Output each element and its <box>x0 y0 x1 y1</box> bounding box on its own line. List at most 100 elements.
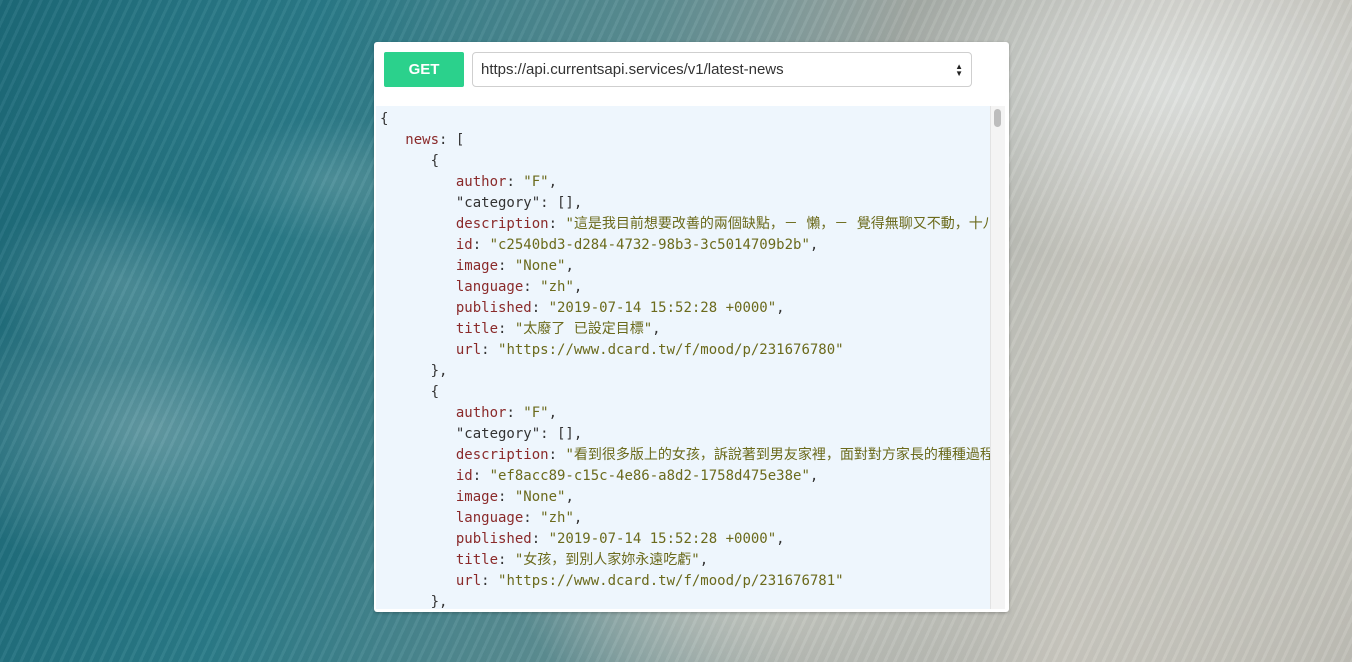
json-punctuation <box>380 132 405 148</box>
json-line: { <box>380 109 990 130</box>
get-button[interactable]: GET <box>384 52 464 87</box>
json-line: { <box>380 151 990 172</box>
json-punctuation <box>380 258 456 274</box>
json-line: description: "這是我目前想要改善的兩個缺點，－ 懶，－ 覺得無聊又… <box>380 214 990 235</box>
json-punctuation: , <box>565 258 574 274</box>
up-down-arrows-icon: ▲ ▼ <box>955 61 963 78</box>
json-string: "看到很多版上的女孩，訴說著到男友家裡，面對對方家長的種種過程 <box>565 447 990 463</box>
json-punctuation: "category": [], <box>380 426 583 442</box>
json-line: "category": [], <box>380 193 990 214</box>
json-line: language: "zh", <box>380 277 990 298</box>
json-punctuation <box>380 300 456 316</box>
json-punctuation: , <box>699 552 709 568</box>
json-punctuation: , <box>573 279 583 295</box>
json-line: news: [ <box>380 130 990 151</box>
json-punctuation <box>380 405 456 421</box>
json-key: published <box>455 300 532 316</box>
json-line: image: "None", <box>380 487 990 508</box>
json-punctuation: : <box>498 552 515 568</box>
json-punctuation: : <box>498 321 515 337</box>
json-string: "2019-07-14 15:52:28 +0000" <box>548 300 777 316</box>
json-key: image <box>455 489 499 505</box>
json-string: "女孩，到別人家妳永遠吃虧" <box>514 552 700 568</box>
json-line: published: "2019-07-14 15:52:28 +0000", <box>380 298 990 319</box>
json-punctuation <box>380 552 456 568</box>
json-punctuation: : <box>523 279 541 295</box>
json-line: title: "女孩，到別人家妳永遠吃虧", <box>380 550 990 571</box>
json-line: }, <box>380 361 990 382</box>
response-json-code: { news: [ { author: "F", "category": [],… <box>376 106 990 609</box>
json-punctuation <box>380 573 456 589</box>
json-key: published <box>455 531 532 547</box>
json-line: id: "c2540bd3-d284-4732-98b3-3c5014709b2… <box>380 235 990 256</box>
json-key: id <box>455 468 473 484</box>
json-key: language <box>455 510 524 526</box>
request-toolbar: GET https://api.currentsapi.services/v1/… <box>384 51 972 88</box>
json-key: image <box>455 258 499 274</box>
json-line: url: "https://www.dcard.tw/f/mood/p/2316… <box>380 340 990 361</box>
json-punctuation: }, <box>380 594 448 609</box>
json-punctuation: : <box>531 300 549 316</box>
json-punctuation: , <box>573 510 583 526</box>
json-punctuation: , <box>652 321 661 337</box>
endpoint-select[interactable]: https://api.currentsapi.services/v1/late… <box>472 52 972 87</box>
response-scrollbar[interactable] <box>990 106 1005 609</box>
json-key: title <box>455 552 499 568</box>
json-line: description: "看到很多版上的女孩，訴說著到男友家裡，面對對方家長的… <box>380 445 990 466</box>
json-punctuation: : <box>523 510 541 526</box>
json-punctuation <box>380 342 456 358</box>
json-punctuation: { <box>380 111 389 127</box>
json-punctuation: : <box>498 258 515 274</box>
json-key: description <box>455 447 549 463</box>
json-punctuation: : <box>472 237 490 253</box>
json-string: "太廢了 已設定目標" <box>514 321 653 337</box>
json-punctuation <box>380 321 456 337</box>
json-punctuation: }, <box>380 363 448 379</box>
json-string: "ef8acc89-c15c-4e86-a8d2-1758d475e38e" <box>489 468 810 484</box>
json-punctuation <box>380 531 456 547</box>
json-punctuation <box>380 447 456 463</box>
json-punctuation: "category": [], <box>380 195 583 211</box>
json-punctuation: : <box>481 342 499 358</box>
json-line: url: "https://www.dcard.tw/f/mood/p/2316… <box>380 571 990 592</box>
json-string: "https://www.dcard.tw/f/mood/p/231676780… <box>498 342 844 358</box>
json-punctuation: : <box>481 573 499 589</box>
json-punctuation <box>380 237 456 253</box>
json-punctuation: : <box>548 216 566 232</box>
json-line: author: "F", <box>380 403 990 424</box>
json-string: "zh" <box>540 510 574 526</box>
json-punctuation: : <box>548 447 566 463</box>
json-line: title: "太廢了 已設定目標", <box>380 319 990 340</box>
json-string: "2019-07-14 15:52:28 +0000" <box>548 531 777 547</box>
json-key: url <box>455 573 482 589</box>
json-string: "c2540bd3-d284-4732-98b3-3c5014709b2b" <box>489 237 810 253</box>
json-string: "zh" <box>540 279 574 295</box>
json-punctuation: { <box>380 153 440 169</box>
json-line: { <box>380 382 990 403</box>
json-punctuation: , <box>809 468 819 484</box>
json-punctuation: , <box>776 531 785 547</box>
endpoint-url: https://api.currentsapi.services/v1/late… <box>481 61 784 78</box>
json-punctuation: , <box>548 405 558 421</box>
json-punctuation: : <box>531 531 549 547</box>
json-punctuation: , <box>565 489 574 505</box>
json-punctuation: { <box>380 384 440 400</box>
json-key: news <box>405 132 440 148</box>
json-key: language <box>455 279 524 295</box>
json-punctuation <box>380 216 456 232</box>
json-punctuation: , <box>776 300 785 316</box>
json-punctuation: : <box>506 174 524 190</box>
json-string: "https://www.dcard.tw/f/mood/p/231676781… <box>498 573 844 589</box>
json-line: image: "None", <box>380 256 990 277</box>
json-string: "F" <box>523 405 549 421</box>
json-key: author <box>455 405 507 421</box>
json-punctuation: , <box>548 174 558 190</box>
json-punctuation: : <box>506 405 524 421</box>
json-string: "F" <box>523 174 549 190</box>
json-key: id <box>455 237 473 253</box>
json-line: published: "2019-07-14 15:52:28 +0000", <box>380 529 990 550</box>
json-punctuation: : [ <box>439 132 465 148</box>
scrollbar-thumb[interactable] <box>994 109 1001 127</box>
response-json-viewer[interactable]: { news: [ { author: "F", "category": [],… <box>376 106 990 609</box>
json-key: title <box>455 321 499 337</box>
